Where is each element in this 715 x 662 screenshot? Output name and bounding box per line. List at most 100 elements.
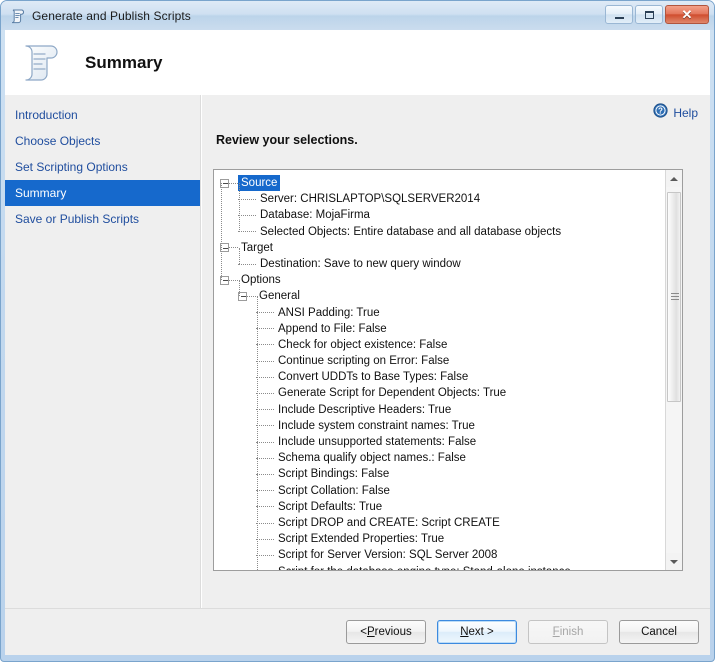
tree-node[interactable]: Script DROP and CREATE: Script CREATE: [218, 515, 666, 531]
tree-node[interactable]: Script Bindings: False: [218, 466, 666, 482]
tree-node[interactable]: Script for the database engine type: Sta…: [218, 564, 666, 571]
sidebar-item-save-or-publish-scripts[interactable]: Save or Publish Scripts: [5, 206, 200, 232]
tree-node-label: Include Descriptive Headers: True: [278, 403, 452, 416]
tree-node[interactable]: Include unsupported statements: False: [218, 434, 666, 450]
sidebar-item-label: Set Scripting Options: [15, 160, 128, 174]
tree-node[interactable]: Selected Objects: Entire database and al…: [218, 224, 666, 240]
tree-guide-line: [239, 183, 240, 232]
tree-connector-icon: [256, 376, 274, 378]
dialog-body: Introduction Choose Objects Set Scriptin…: [5, 95, 710, 608]
sidebar-item-label: Introduction: [15, 108, 78, 122]
next-button-accel: N: [460, 626, 469, 638]
tree-node[interactable]: General: [218, 288, 666, 304]
tree-node[interactable]: Schema qualify object names.: False: [218, 450, 666, 466]
cancel-button[interactable]: Cancel: [619, 620, 699, 644]
script-scroll-icon: [10, 8, 26, 24]
tree-node-label: Script Extended Properties: True: [278, 533, 445, 546]
maximize-icon: [644, 10, 654, 19]
tree-connector-icon: [256, 473, 274, 475]
tree-node[interactable]: Destination: Save to new query window: [218, 256, 666, 272]
tree-connector-icon: [256, 344, 274, 346]
minimize-icon: [614, 16, 624, 19]
page-title: Summary: [85, 52, 163, 72]
tree-node-label: Convert UDDTs to Base Types: False: [278, 371, 469, 384]
next-button-label: ext >: [468, 626, 494, 638]
previous-button[interactable]: < Previous: [346, 620, 426, 644]
tree-node-label: Destination: Save to new query window: [260, 257, 461, 270]
tree-node-label: Script Bindings: False: [278, 468, 390, 481]
help-label: Help: [673, 106, 698, 120]
tree-node[interactable]: Include Descriptive Headers: True: [218, 402, 666, 418]
finish-button-label: inish: [559, 626, 584, 638]
sidebar-item-introduction[interactable]: Introduction: [5, 102, 200, 128]
tree-connector-icon: [229, 279, 238, 281]
minimize-button[interactable]: [605, 5, 633, 24]
tree-node[interactable]: Script for Server Version: SQL Server 20…: [218, 547, 666, 563]
tree-node-label: Selected Objects: Entire database and al…: [260, 225, 562, 238]
close-icon: ✕: [681, 7, 693, 22]
tree-node[interactable]: Generate Script for Dependent Objects: T…: [218, 385, 666, 401]
dialog-window: Generate and Publish Scripts ✕ Summary I…: [0, 0, 715, 662]
sidebar-item-summary[interactable]: Summary: [5, 180, 200, 206]
tree-connector-icon: [238, 198, 256, 200]
previous-button-prefix: <: [360, 626, 367, 638]
help-question-icon: ?: [653, 103, 668, 123]
tree-node-label: Source: [238, 175, 281, 192]
tree-node-label: Check for object existence: False: [278, 338, 448, 351]
tree-node-label: Target: [241, 241, 273, 254]
wizard-step-list: Introduction Choose Objects Set Scriptin…: [5, 95, 200, 608]
tree-node-label: Script Collation: False: [278, 484, 390, 497]
tree-node[interactable]: Include system constraint names: True: [218, 418, 666, 434]
previous-button-accel: P: [366, 626, 375, 638]
tree-connector-icon: [256, 360, 274, 362]
sidebar-item-set-scripting-options[interactable]: Set Scripting Options: [5, 154, 200, 180]
next-button[interactable]: Next >: [437, 620, 517, 644]
tree-node[interactable]: Source: [218, 175, 666, 192]
tree-node-label: Include unsupported statements: False: [278, 436, 477, 448]
tree-node-label: General: [259, 290, 300, 303]
scroll-up-button[interactable]: [666, 170, 682, 187]
tree-node[interactable]: Options: [218, 272, 666, 288]
scroll-down-button[interactable]: [666, 553, 682, 570]
tree-node-label: Script DROP and CREATE: Script CREATE: [278, 516, 500, 529]
tree-node[interactable]: Convert UDDTs to Base Types: False: [218, 369, 666, 385]
tree-node[interactable]: Append to File: False: [218, 321, 666, 337]
tree-connector-icon: [256, 538, 274, 540]
tree-node-label: Database: MojaFirma: [260, 209, 370, 222]
sidebar-item-label: Choose Objects: [15, 134, 101, 148]
help-link[interactable]: ? Help: [653, 103, 698, 123]
tree-node[interactable]: Server: CHRISLAPTOP\SQLSERVER2014: [218, 191, 666, 207]
button-row: < Previous Next > Finish Cancel: [346, 620, 699, 644]
tree-node-label: Generate Script for Dependent Objects: T…: [278, 387, 507, 400]
tree-node[interactable]: Check for object existence: False: [218, 337, 666, 353]
tree-node[interactable]: Script Extended Properties: True: [218, 531, 666, 547]
summary-tree-panel: Source Server: CHRISLAPTOP\SQLSERVER2014 D…: [213, 169, 683, 571]
scrollbar-thumb[interactable]: [667, 192, 681, 402]
tree-connector-icon: [256, 522, 274, 524]
close-button[interactable]: ✕: [665, 5, 709, 24]
tree-connector-icon: [256, 457, 274, 459]
review-heading: Review your selections.: [216, 133, 358, 147]
tree-node[interactable]: Script Defaults: True: [218, 499, 666, 515]
tree-node[interactable]: Continue scripting on Error: False: [218, 353, 666, 369]
tree-node-label: Continue scripting on Error: False: [278, 355, 450, 368]
tree-connector-icon: [229, 247, 238, 249]
tree-node-label: Schema qualify object names.: False: [278, 452, 466, 465]
sidebar-item-label: Summary: [15, 186, 67, 200]
tree-node-label: Options: [241, 274, 281, 287]
tree-node[interactable]: Target: [218, 240, 666, 256]
tree-connector-icon: [256, 409, 274, 411]
tree-node[interactable]: Database: MojaFirma: [218, 207, 666, 223]
tree-node[interactable]: ANSI Padding: True: [218, 305, 666, 321]
tree-vertical-scrollbar[interactable]: [665, 170, 682, 570]
tree-connector-icon: [238, 263, 256, 265]
tree-guide-line: [221, 183, 222, 281]
summary-tree[interactable]: Source Server: CHRISLAPTOP\SQLSERVER2014 D…: [214, 170, 666, 570]
tree-node-label: Server: CHRISLAPTOP\SQLSERVER2014: [260, 193, 481, 206]
finish-button: Finish: [528, 620, 608, 644]
sidebar-item-choose-objects[interactable]: Choose Objects: [5, 128, 200, 154]
tree-node-label: Include system constraint names: True: [278, 419, 475, 432]
tree-node[interactable]: Script Collation: False: [218, 483, 666, 499]
svg-text:?: ?: [658, 107, 663, 116]
maximize-button[interactable]: [635, 5, 663, 24]
